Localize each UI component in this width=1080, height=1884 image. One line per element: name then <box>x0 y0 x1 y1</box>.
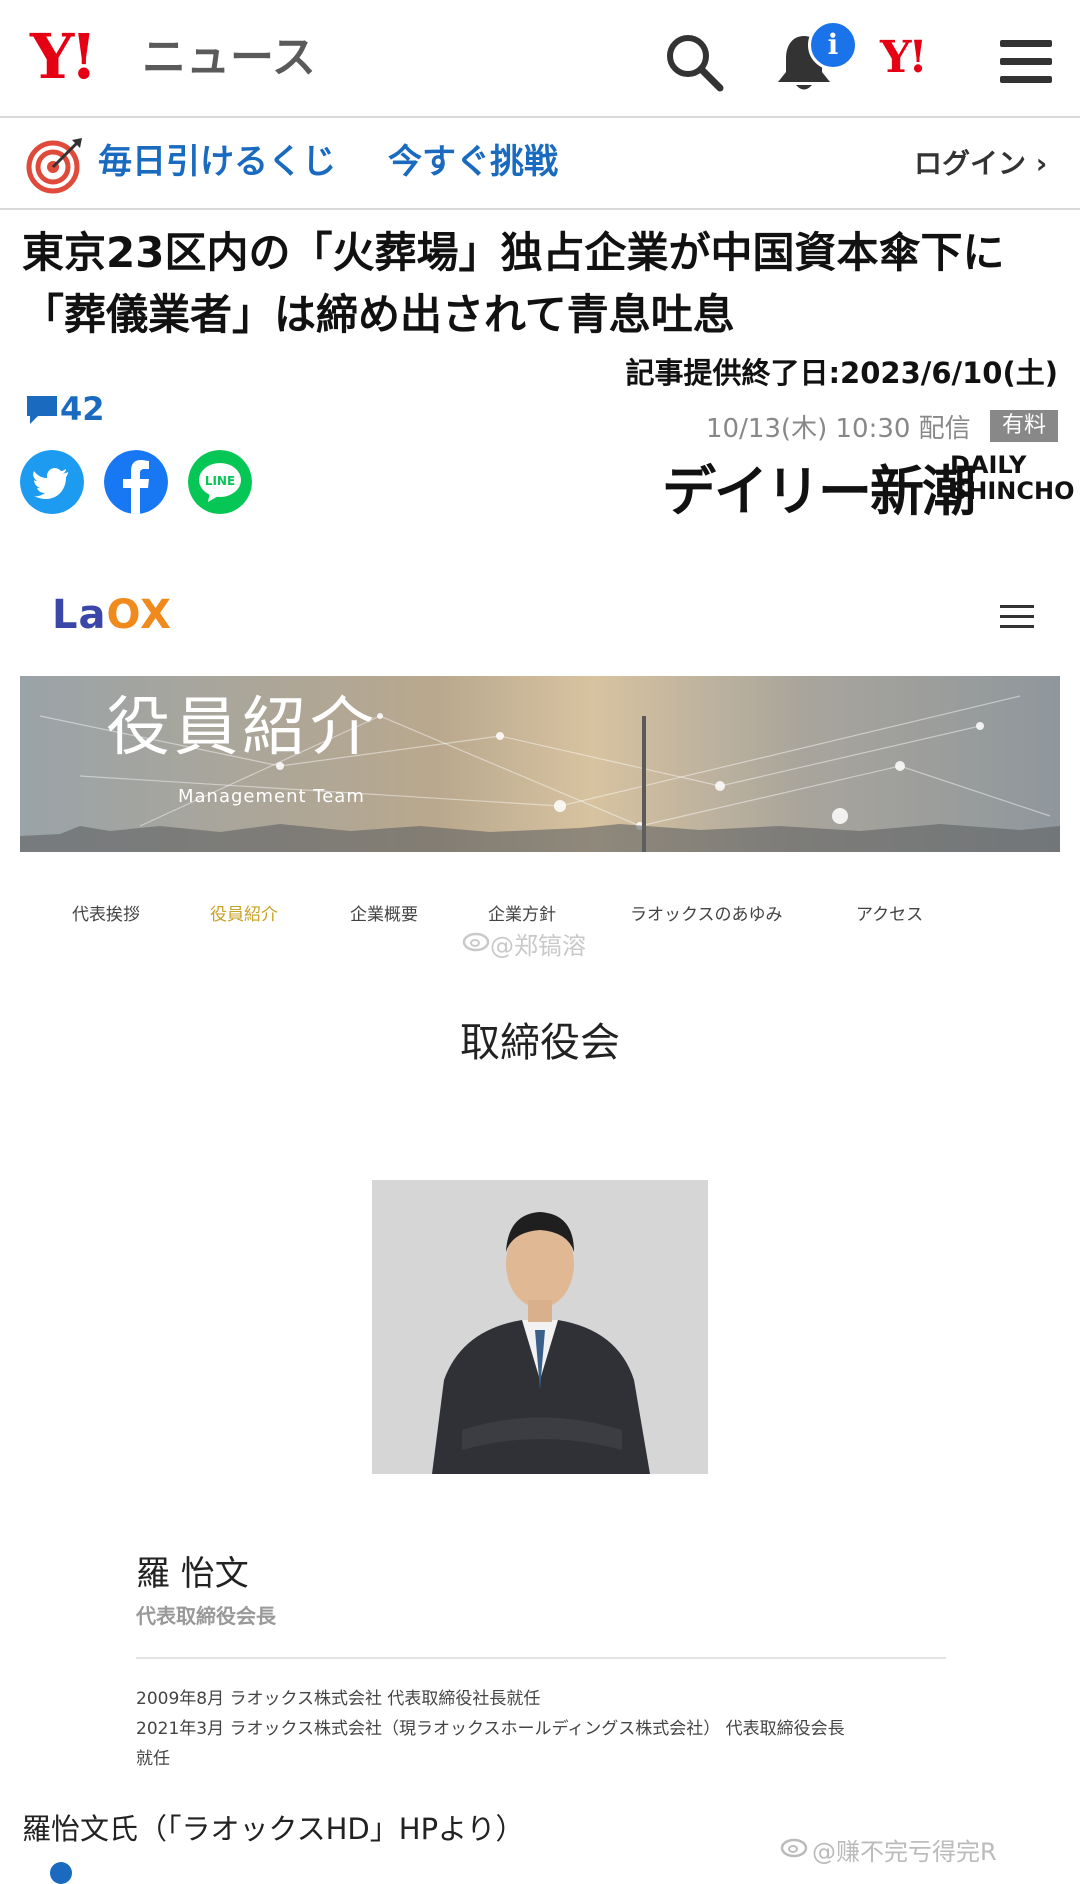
career-line-1: 2009年8月 ラオックス株式会社 代表取締役社長就任 <box>136 1689 541 1709</box>
article-end-date: 記事提供終了日:2023/6/10(土) <box>625 356 1058 390</box>
target-icon <box>26 138 82 194</box>
line-label: LINE <box>205 474 235 488</box>
portrait-graphic <box>372 1180 708 1474</box>
career-line-3: 就任 <box>136 1749 170 1769</box>
comment-icon[interactable] <box>24 392 60 428</box>
nav-greeting: 代表挨拶 <box>72 905 140 925</box>
image-caption: 羅怡文氏（「ラオックスHD」HPより） <box>22 1812 525 1846</box>
source-logo-jp[interactable]: デイリー新潮 <box>662 460 976 524</box>
yahoo-small-logo[interactable]: Y! <box>880 32 928 83</box>
laox-logo-ox: OX <box>106 592 172 638</box>
source-logo-en[interactable]: DAILY SHINCHO <box>950 452 1075 504</box>
board-section-title: 取締役会 <box>460 1020 620 1066</box>
paid-badge: 有料 <box>990 410 1058 442</box>
notification-badge[interactable]: i <box>808 20 858 70</box>
nav-company-policy: 企業方針 <box>488 905 556 925</box>
facebook-share-icon[interactable] <box>104 450 168 514</box>
laox-logo-la: La <box>52 592 107 638</box>
comment-count[interactable]: 42 <box>60 390 105 428</box>
news-logo-text[interactable]: ニュース <box>142 30 316 86</box>
twitter-share-icon[interactable] <box>20 450 84 514</box>
search-icon[interactable] <box>662 30 726 94</box>
executive-portrait <box>372 1180 708 1474</box>
publish-time: 10/13(木) 10:30 配信 <box>706 414 971 444</box>
career-line-2: 2021年3月 ラオックス株式会社（現ラオックスホールディングス株式会社） 代表… <box>136 1719 845 1739</box>
source-logo-en-line2: SHINCHO <box>950 477 1075 505</box>
source-logo-en-line1: DAILY <box>950 451 1027 479</box>
menu-icon[interactable] <box>994 30 1058 94</box>
nav-history: ラオックスのあゆみ <box>630 905 783 925</box>
banner-subtitle: Management Team <box>178 786 365 807</box>
login-link[interactable]: ログイン › <box>914 144 1047 184</box>
nav-access: アクセス <box>856 905 924 925</box>
yahoo-logo[interactable]: Y! <box>30 22 98 92</box>
divider <box>136 1657 946 1659</box>
line-share-icon[interactable]: LINE <box>188 450 252 514</box>
weibo-icon-bottom <box>780 1838 808 1858</box>
person-title: 代表取締役会長 <box>136 1604 276 1628</box>
laox-menu-icon <box>1000 605 1034 628</box>
promo-challenge-link[interactable]: 今すぐ挑戦 <box>388 138 558 186</box>
article-headline: 東京23区内の「火葬場」独占企業が中国資本傘下に 「葬儀業者」は締め出されて青息… <box>22 228 1047 339</box>
scroll-indicator-dot <box>50 1862 72 1884</box>
nav-company-overview: 企業概要 <box>350 905 418 925</box>
laox-logo: LaOX <box>52 592 172 638</box>
bottom-watermark: @赚不完亏得完R <box>812 1838 997 1866</box>
weibo-icon <box>462 932 490 952</box>
person-name: 羅 怡文 <box>136 1554 249 1594</box>
banner-title: 役員紹介 <box>106 691 378 765</box>
nav-executives-active: 役員紹介 <box>210 905 278 925</box>
promo-lottery-text[interactable]: 毎日引けるくじ <box>98 138 336 186</box>
weibo-watermark: @郑镐溶 <box>490 932 586 960</box>
